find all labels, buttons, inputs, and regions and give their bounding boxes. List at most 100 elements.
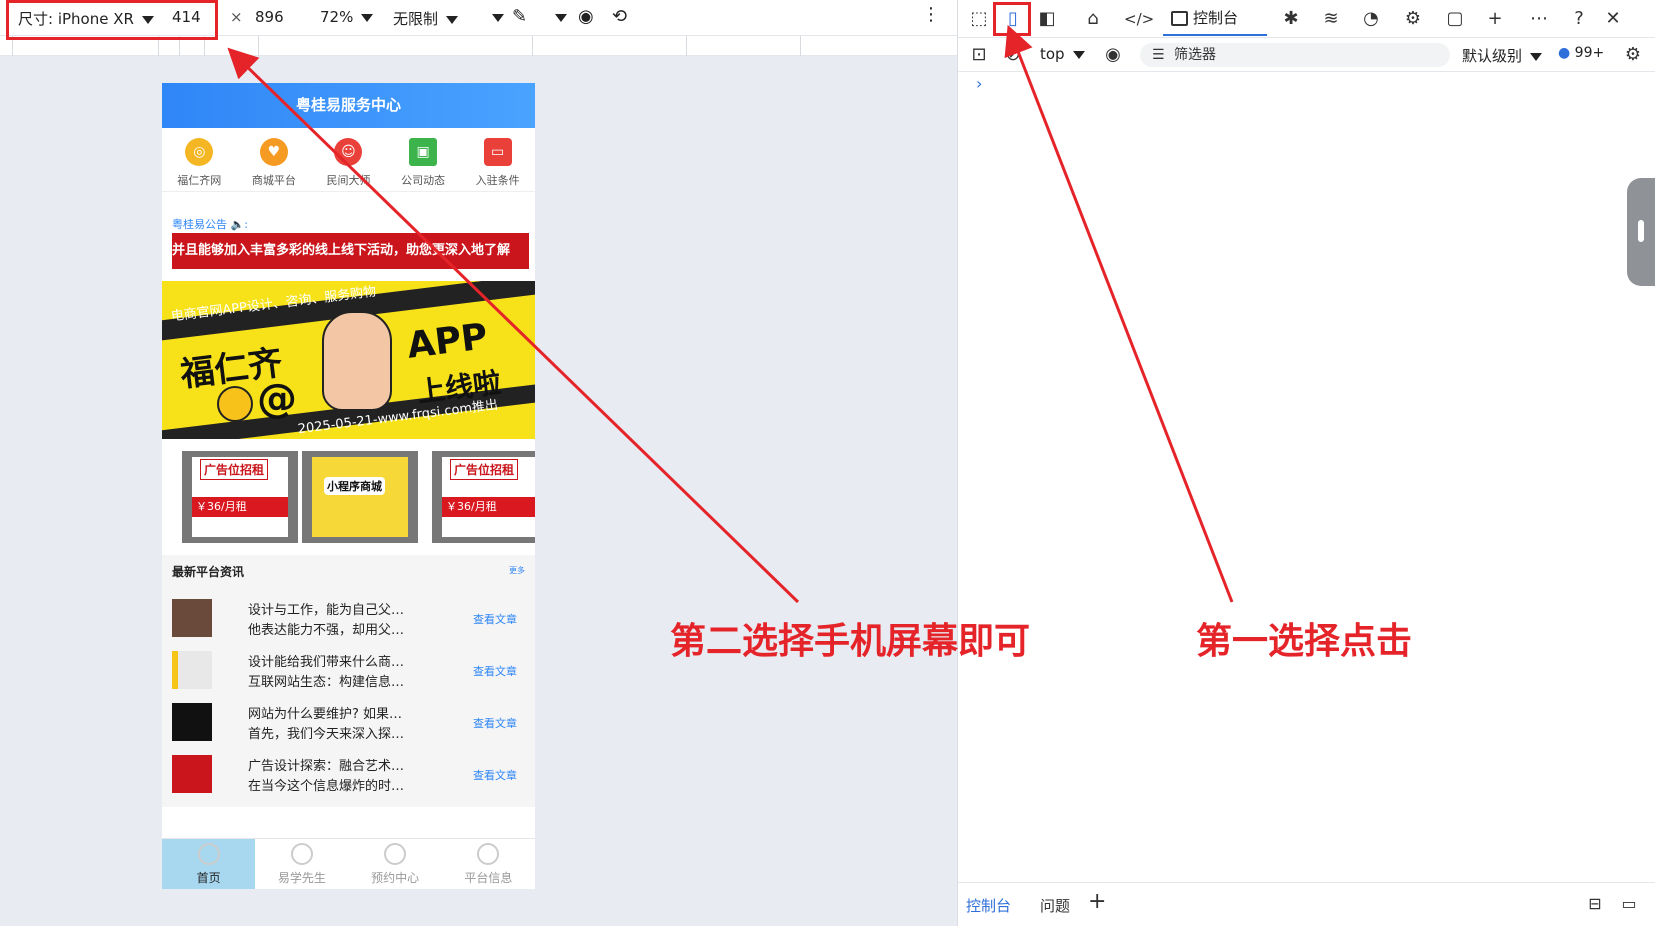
quick-link-3[interactable]: ▣ 公司动态 xyxy=(386,128,461,191)
ad-card[interactable]: 广告位招租 ￥36/月租 xyxy=(432,451,535,543)
notice-label: 粤桂易公告 🔈: xyxy=(172,218,248,231)
more-tools-icon[interactable]: ⋯ xyxy=(1528,8,1550,30)
page-title: 粤桂易服务中心 xyxy=(162,83,535,128)
tab-booking[interactable]: 预约中心 xyxy=(349,839,442,889)
quick-link-label: 商城平台 xyxy=(251,174,296,187)
news-thumbnail xyxy=(172,755,212,793)
live-expression-eye-icon[interactable]: ◉ xyxy=(1102,44,1124,66)
read-article-link[interactable]: 查看文章 xyxy=(473,715,517,731)
quick-link-1[interactable]: ♥ 商城平台 xyxy=(237,128,312,191)
chevron-down-icon xyxy=(1530,52,1543,61)
booking-icon xyxy=(384,843,407,865)
sidebar-toggle-icon[interactable]: ⊡ xyxy=(968,44,990,66)
tab-home[interactable]: 首页 xyxy=(162,839,256,889)
master-icon: ☺ xyxy=(334,138,363,166)
inspect-element-icon[interactable]: ⬚ xyxy=(968,8,990,30)
tab-teacher[interactable]: 易学先生 xyxy=(255,839,348,889)
tab-label: 首页 xyxy=(196,871,221,885)
welcome-home-icon[interactable]: ⌂ xyxy=(1082,8,1104,30)
highlight-box-device-toggle xyxy=(993,2,1031,36)
drawer-tab-console[interactable]: 控制台 xyxy=(966,895,1011,916)
news-title: 设计能给我们带来什么商… xyxy=(248,655,405,670)
tab-label: 易学先生 xyxy=(277,871,326,885)
banner-at: @ xyxy=(257,376,297,422)
news-title: 设计与工作，能为自己父… xyxy=(248,603,405,618)
close-drawer-icon[interactable]: ▭ xyxy=(1618,893,1640,915)
notice-marquee[interactable]: 并且能够加入丰富多彩的线上线下活动，助您更深入地了解 xyxy=(172,233,529,269)
read-article-link[interactable]: 查看文章 xyxy=(473,663,517,679)
ad-price: ￥36/月租 xyxy=(192,497,288,517)
quick-link-0[interactable]: ◎ 福仁齐网 xyxy=(162,128,237,191)
tab-label: 预约中心 xyxy=(371,871,420,885)
ad-price: ￥36/月租 xyxy=(442,497,535,517)
list-item[interactable]: 广告设计探索：融合艺术… 在当今这个信息爆炸的时… 查看文章 xyxy=(162,751,535,799)
news-thumbnail xyxy=(172,599,212,637)
context-value: top xyxy=(1040,45,1065,63)
drawer-tab-issues[interactable]: 问题 xyxy=(1040,895,1070,916)
tab-console[interactable]: 控制台 xyxy=(1163,3,1267,36)
promo-banner[interactable]: 电商官网APP设计、咨询、服务购物 福仁齐 @ APP 上线啦 2025-05-… xyxy=(162,281,535,439)
quick-link-label: 民间大师 xyxy=(326,174,371,187)
annotation-first: 第一选择点击 xyxy=(1196,621,1413,662)
filter-input[interactable]: ☰ 筛选器 xyxy=(1140,43,1450,67)
read-article-link[interactable]: 查看文章 xyxy=(473,767,517,783)
application-icon[interactable]: ▢ xyxy=(1444,8,1466,30)
quick-links: ◎ 福仁齐网 ♥ 商城平台 ☺ 民间大师 ▣ 公司动态 ▭ 入驻条件 xyxy=(162,128,535,192)
news-summary: 互联网站生态：构建信息… xyxy=(248,675,405,690)
throttle-dropdown[interactable]: 无限制 xyxy=(393,8,459,29)
clear-console-icon[interactable]: ⊘ xyxy=(1002,44,1024,66)
settings-gear-icon[interactable]: ⚙ xyxy=(1622,44,1644,66)
console-icon xyxy=(1171,11,1188,26)
ad-title: 小程序商城 xyxy=(324,477,385,495)
drawer-tabs: 控制台 问题 + ⊟ ▭ xyxy=(958,882,1655,926)
quick-link-label: 公司动态 xyxy=(401,174,446,187)
eyedropper-icon[interactable]: ✎ xyxy=(512,6,527,27)
help-icon[interactable]: ? xyxy=(1568,8,1590,30)
sidebar-handle[interactable] xyxy=(1627,178,1655,286)
rotate-icon[interactable]: ⟲ xyxy=(612,6,627,27)
news-section: 最新平台资讯 更多 设计与工作，能为自己父… 他表达能力不强，却用父… 查看文章… xyxy=(162,555,535,807)
ad-title: 广告位招租 xyxy=(450,459,519,480)
list-item[interactable]: 设计与工作，能为自己父… 他表达能力不强，却用父… 查看文章 xyxy=(162,595,535,643)
memory-chip-icon[interactable]: ⚙ xyxy=(1402,8,1424,30)
list-item[interactable]: 设计能给我们带来什么商… 互联网站生态：构建信息… 查看文章 xyxy=(162,647,535,695)
dock-drawer-icon[interactable]: ⊟ xyxy=(1584,893,1606,915)
tab-platform-info[interactable]: 平台信息 xyxy=(442,839,535,889)
touch-dropdown[interactable] xyxy=(484,8,504,26)
list-item[interactable]: 网站为什么要维护? 如果… 首先，我们今天来深入探… 查看文章 xyxy=(162,699,535,747)
more-options-dropdown[interactable] xyxy=(547,8,567,26)
cart-icon: ♥ xyxy=(259,138,288,166)
context-dropdown[interactable]: top xyxy=(1040,45,1085,63)
news-summary: 他表达能力不强，却用父… xyxy=(248,623,405,638)
log-level-dropdown[interactable]: 默认级别 xyxy=(1462,45,1543,66)
zoom-dropdown[interactable]: 72% xyxy=(320,8,374,26)
news-summary: 首先，我们今天来深入探… xyxy=(248,727,405,742)
news-section-title: 最新平台资讯 xyxy=(172,565,245,579)
quick-link-2[interactable]: ☺ 民间大师 xyxy=(311,128,386,191)
read-article-link[interactable]: 查看文章 xyxy=(473,611,517,627)
network-wifi-icon[interactable]: ≋ xyxy=(1320,8,1342,30)
dimension-separator: × xyxy=(230,8,243,26)
vision-deficiency-icon[interactable]: ◉ xyxy=(578,6,594,27)
add-tool-icon[interactable]: + xyxy=(1484,8,1506,30)
ad-card[interactable]: 小程序商城 xyxy=(302,451,418,543)
ad-card[interactable]: 广告位招租 ￥36/月租 xyxy=(182,451,298,543)
quick-link-4[interactable]: ▭ 入驻条件 xyxy=(460,128,535,191)
news-thumbnail xyxy=(172,651,212,689)
dock-side-icon[interactable]: ◧ xyxy=(1036,8,1058,30)
elements-icon[interactable]: </> xyxy=(1124,8,1154,30)
highlight-box-device-size xyxy=(6,0,218,40)
add-drawer-tab-icon[interactable]: + xyxy=(1088,889,1106,914)
chevron-down-icon xyxy=(492,13,504,22)
banner-app: APP xyxy=(404,316,490,367)
chevron-down-icon xyxy=(361,13,374,22)
quick-link-label: 福仁齐网 xyxy=(177,174,222,187)
issues-counter[interactable]: ● 99+ xyxy=(1558,45,1604,61)
sources-bug-icon[interactable]: ✱ xyxy=(1280,8,1302,30)
news-more-link[interactable]: 更多 xyxy=(509,565,525,576)
close-icon[interactable]: ✕ xyxy=(1602,8,1624,30)
performance-gauge-icon[interactable]: ◔ xyxy=(1360,8,1382,30)
height-input[interactable]: 896 xyxy=(255,8,284,26)
more-menu-icon[interactable]: ⋮ xyxy=(922,4,940,25)
console-prompt[interactable]: › xyxy=(976,74,982,93)
